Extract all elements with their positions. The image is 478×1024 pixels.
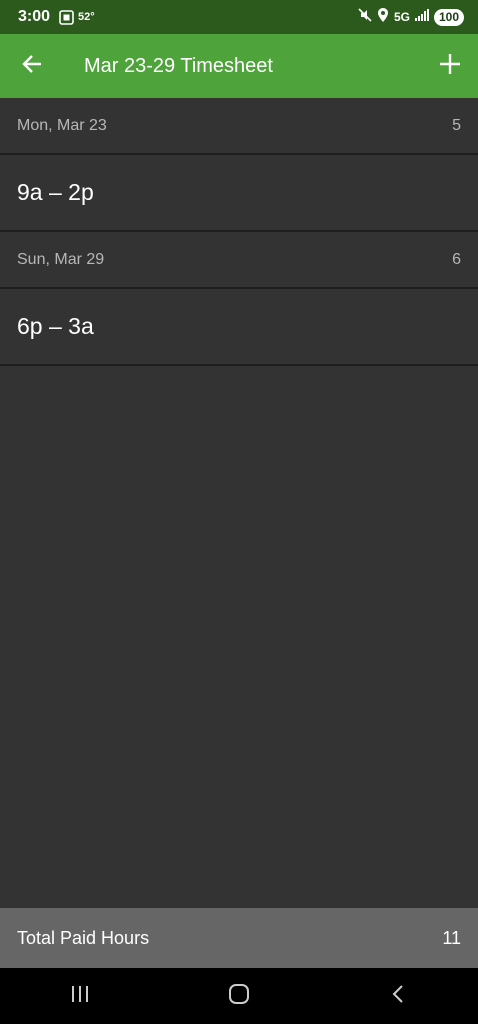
- day-hours: 5: [452, 116, 461, 134]
- shift-row[interactable]: 6p – 3a: [0, 289, 478, 366]
- home-button[interactable]: [209, 968, 269, 1024]
- timesheet-list: Mon, Mar 23 5 9a – 2p Sun, Mar 29 6 6p –…: [0, 98, 478, 366]
- shift-row[interactable]: 9a – 2p: [0, 155, 478, 232]
- screenshot-icon: [59, 9, 74, 25]
- day-label: Sun, Mar 29: [17, 250, 105, 268]
- page-title: Mar 23-29 Timesheet: [84, 54, 273, 77]
- app-bar: Mar 23-29 Timesheet: [0, 34, 478, 98]
- recent-apps-icon: [70, 985, 90, 1008]
- system-nav-bar: [0, 968, 478, 1024]
- day-hours: 6: [452, 250, 461, 268]
- signal-icon: [414, 8, 429, 26]
- add-button[interactable]: [422, 34, 478, 98]
- back-button[interactable]: [0, 34, 64, 98]
- system-back-button[interactable]: [368, 968, 428, 1024]
- status-time: 3:00: [18, 8, 51, 25]
- home-icon: [228, 983, 250, 1010]
- plus-icon: [439, 53, 461, 80]
- total-value: 11: [442, 927, 461, 948]
- battery-indicator: 100: [433, 8, 464, 26]
- total-label: Total Paid Hours: [17, 927, 150, 948]
- network-type: 5G: [393, 10, 410, 24]
- arrow-left-icon: [21, 53, 43, 80]
- total-paid-hours-bar: Total Paid Hours 11: [0, 908, 478, 968]
- recent-apps-button[interactable]: [50, 968, 110, 1024]
- day-header: Sun, Mar 29 6: [0, 232, 478, 289]
- day-label: Mon, Mar 23: [17, 116, 107, 134]
- mute-icon: [358, 7, 372, 27]
- day-header: Mon, Mar 23 5: [0, 98, 478, 155]
- status-bar: 3:00 52° 5G 100: [0, 0, 478, 34]
- chevron-left-icon: [391, 984, 405, 1009]
- status-right-group: 5G 100: [358, 7, 464, 27]
- status-temperature: 52°: [78, 11, 95, 23]
- shift-time: 9a – 2p: [17, 179, 94, 205]
- shift-time: 6p – 3a: [17, 313, 94, 339]
- location-icon: [377, 7, 389, 27]
